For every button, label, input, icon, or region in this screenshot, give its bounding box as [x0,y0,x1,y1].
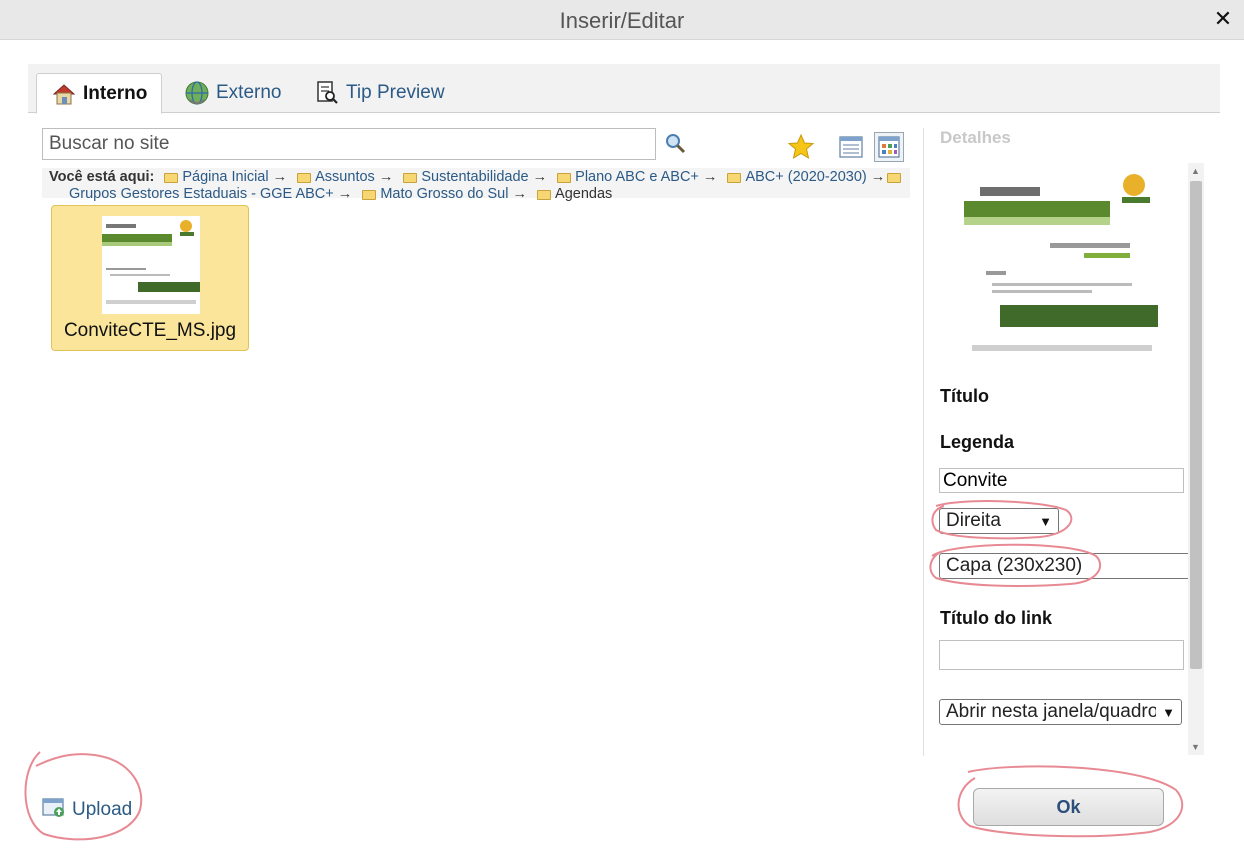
dialog-title: Inserir/Editar [559,8,685,33]
document-magnifier-icon [314,80,340,106]
pane-divider [923,128,924,756]
favorite-star-icon[interactable] [786,132,816,162]
file-tile[interactable]: ConviteCTE_MS.jpg [51,205,249,351]
upload-label: Upload [72,799,133,820]
folder-icon [362,190,377,200]
house-icon [51,81,77,107]
dialog-titlebar: Inserir/Editar ✕ [0,0,1244,40]
folder-icon [297,173,312,183]
breadcrumb-separator: → [337,186,353,202]
chevron-down-icon: ▼ [1039,513,1052,529]
breadcrumb-separator: → [702,169,718,185]
breadcrumb-item[interactable]: Plano ABC e ABC+ [575,169,699,185]
breadcrumb-current: Agendas [555,186,613,202]
tab-strip: Interno Externo Tip Preview [28,64,1220,114]
titulo-label: Título [940,386,989,406]
breadcrumb-separator: → [512,186,528,202]
ok-button[interactable]: Ok [973,788,1164,826]
search-input[interactable] [42,128,656,160]
folder-icon [537,190,552,200]
details-heading: Detalhes [940,128,1011,147]
legenda-input[interactable] [939,468,1184,493]
link-target-select[interactable]: Abrir nesta janela/quadro ▼ [939,699,1182,725]
breadcrumb-item[interactable]: Assuntos [315,169,375,185]
breadcrumb-separator: → [870,169,886,185]
tab-tip-preview[interactable]: Tip Preview [300,73,459,113]
breadcrumb-item[interactable]: Mato Grosso do Sul [380,186,508,202]
folder-icon [727,173,742,183]
thumbnail-view-icon[interactable] [874,132,904,162]
tab-interno[interactable]: Interno [36,73,163,114]
breadcrumb-separator: → [378,169,394,185]
alignment-select-value: Direita [946,510,1001,531]
breadcrumb-item[interactable]: ABC+ (2020-2030) [745,169,866,185]
details-scrollbar[interactable]: ▲ ▼ [1188,163,1204,755]
legenda-label: Legenda [940,432,1015,452]
breadcrumb: Você está aqui: Página Inicial → Assunto… [42,168,910,202]
breadcrumb-separator: → [532,169,548,185]
upload-button[interactable]: Upload [42,796,132,824]
breadcrumb-item[interactable]: Página Inicial [182,169,268,185]
folder-icon [557,173,572,183]
link-title-input[interactable] [939,640,1184,670]
chevron-down-icon: ▼ [1162,704,1175,720]
file-name: ConviteCTE_MS.jpg [63,320,237,341]
folder-icon [887,173,902,183]
scroll-down-icon[interactable]: ▼ [1191,742,1200,752]
scrollbar-thumb[interactable] [1190,181,1202,669]
image-size-select[interactable]: Capa (230x230) [939,553,1188,579]
list-view-icon[interactable] [836,132,866,162]
folder-icon [164,173,179,183]
scroll-up-icon[interactable]: ▲ [1191,166,1200,176]
alignment-select[interactable]: Direita ▼ [939,508,1059,534]
image-size-select-value: Capa (230x230) [946,555,1083,576]
breadcrumb-separator: → [272,169,288,185]
file-thumbnail [102,216,200,314]
tab-interno-label: Interno [83,82,148,104]
tab-tip-preview-label: Tip Preview [346,82,445,103]
link-title-label: Título do link [940,608,1052,628]
search-icon[interactable] [664,132,688,156]
upload-icon [42,796,66,824]
image-preview [964,167,1158,361]
tab-externo-label: Externo [216,82,282,103]
breadcrumb-label: Você está aqui: [49,169,155,185]
folder-icon [403,173,418,183]
breadcrumb-item[interactable]: Sustentabilidade [421,169,528,185]
globe-icon [184,80,210,106]
breadcrumb-item[interactable]: Grupos Gestores Estaduais - GGE ABC+ [69,186,334,202]
tab-externo[interactable]: Externo [170,73,295,113]
close-icon[interactable]: ✕ [1210,6,1236,32]
link-target-select-value: Abrir nesta janela/quadro [946,701,1157,722]
